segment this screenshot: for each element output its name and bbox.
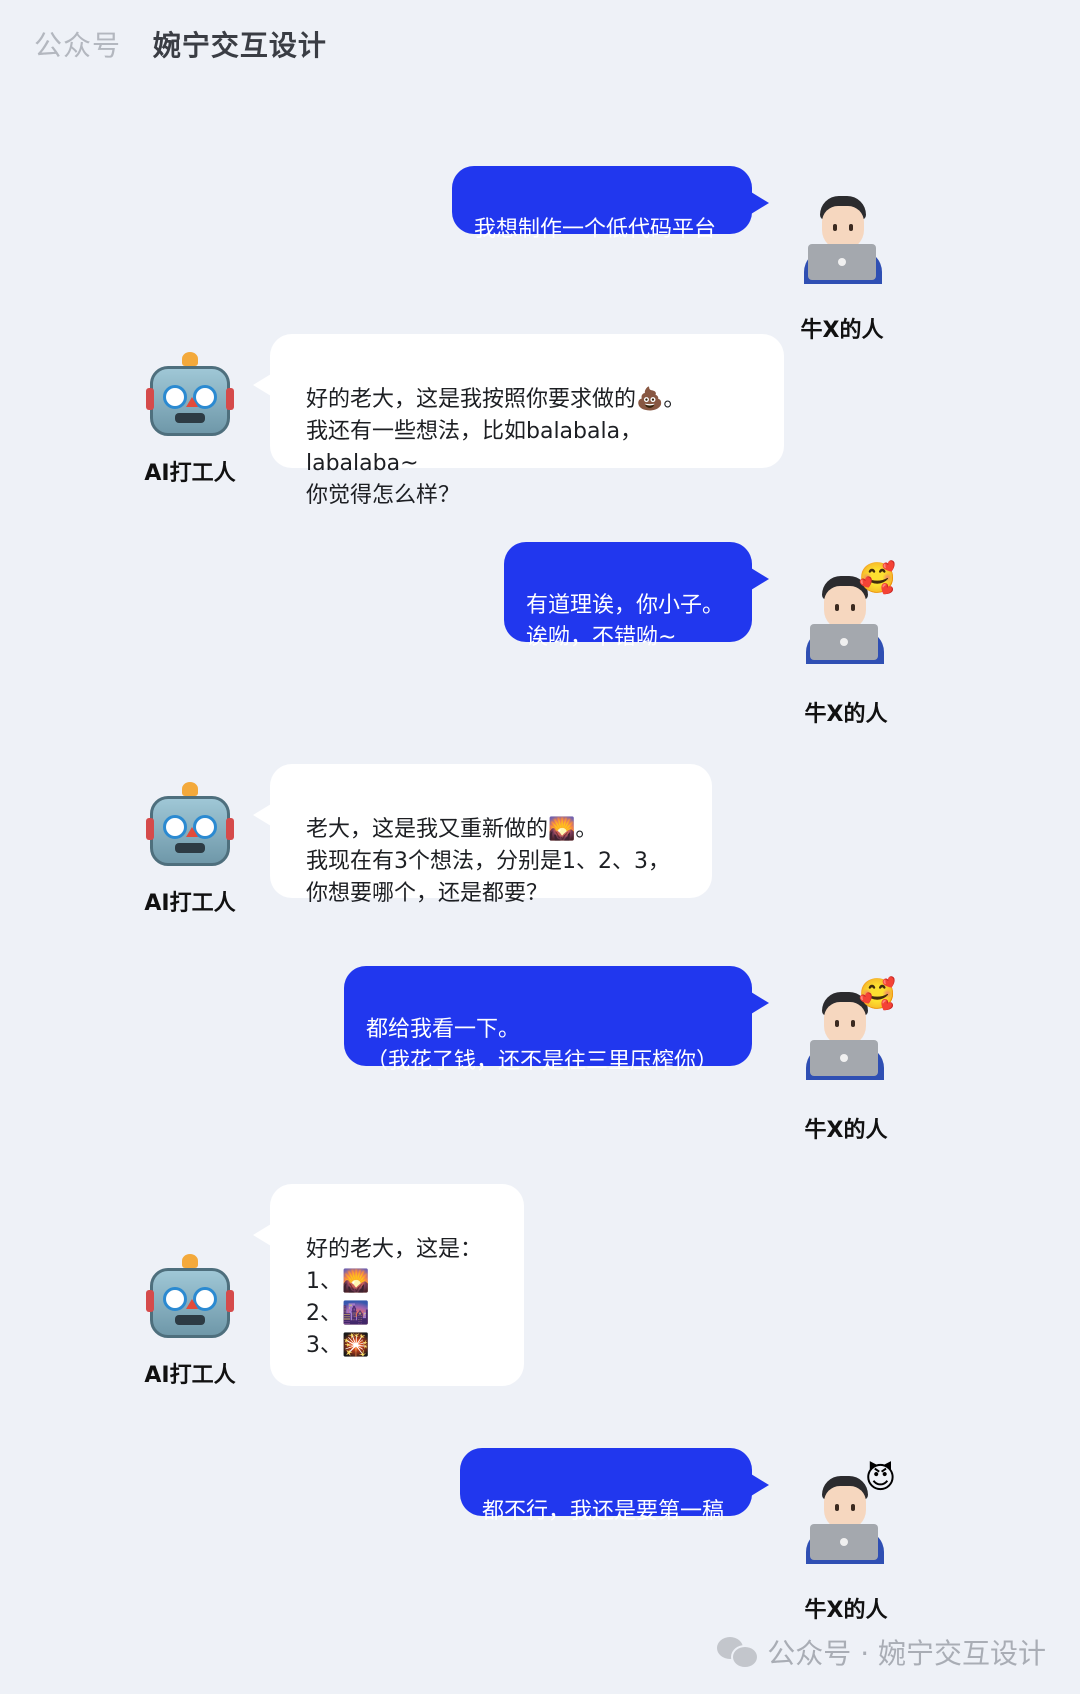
user-avatar: 🥰 bbox=[796, 978, 896, 1088]
user-message-bubble: 都给我看一下。 （我花了钱，还不是往三里压榨你） bbox=[344, 966, 769, 1074]
ai-name-label: AI打工人 bbox=[144, 461, 236, 486]
ai-message-bubble: 老大，这是我又重新做的🌄。 我现在有3个想法，分别是1、2、3， 你想要哪个，还… bbox=[253, 764, 712, 906]
footer-text: 公众号 · 婉宁交互设计 bbox=[767, 1637, 1046, 1670]
user-message-bubble: 有道理诶，你小子。 诶呦，不错呦~ bbox=[504, 542, 769, 650]
user-avatar: 😈 bbox=[796, 1462, 896, 1572]
user-message-bubble: 都不行，我还是要第一稿 bbox=[460, 1448, 769, 1524]
wechat-icon bbox=[717, 1637, 760, 1669]
user-avatar: 🥰 bbox=[796, 562, 896, 672]
user-name-label: 牛X的人 bbox=[804, 702, 888, 727]
user-avatar bbox=[794, 196, 890, 292]
message-text: 有道理诶，你小子。 诶呦，不错呦~ bbox=[526, 593, 725, 650]
message-text: 老大，这是我又重新做的🌄。 我现在有3个想法，分别是1、2、3， 你想要哪个，还… bbox=[306, 817, 670, 906]
account-name: 婉宁交互设计 bbox=[152, 29, 327, 62]
robot-avatar bbox=[146, 1254, 234, 1344]
robot-avatar bbox=[146, 352, 234, 442]
smiling-devil-icon: 😈 bbox=[864, 1461, 896, 1496]
message-text: 好的老大，这是我按照你要求做的💩。 我还有一些想法，比如balabala，lab… bbox=[306, 387, 686, 508]
footer-watermark: 公众号 · 婉宁交互设计 bbox=[717, 1632, 1046, 1672]
user-name-label: 牛X的人 bbox=[800, 318, 884, 343]
message-text: 都给我看一下。 （我花了钱，还不是往三里压榨你） bbox=[366, 1017, 719, 1074]
user-message-bubble: 我想制作一个低代码平台 bbox=[452, 166, 769, 242]
ai-name-label: AI打工人 bbox=[144, 1363, 236, 1388]
ai-message-bubble: 好的老大，这是： 1、🌄 2、🌆 3、🎇 bbox=[253, 1184, 524, 1386]
ai-message-bubble: 好的老大，这是我按照你要求做的💩。 我还有一些想法，比如balabala，lab… bbox=[253, 334, 784, 508]
robot-avatar bbox=[146, 782, 234, 872]
ai-name-label: AI打工人 bbox=[144, 891, 236, 916]
header-label: 公众号 bbox=[34, 29, 122, 62]
message-text: 好的老大，这是： 1、🌄 2、🌆 3、🎇 bbox=[306, 1237, 483, 1358]
user-name-label: 牛X的人 bbox=[804, 1598, 888, 1623]
smiling-face-with-hearts-icon: 🥰 bbox=[858, 977, 896, 1012]
smiling-face-with-hearts-icon: 🥰 bbox=[858, 561, 896, 596]
user-name-label: 牛X的人 bbox=[804, 1118, 888, 1143]
page-header: 公众号 婉宁交互设计 bbox=[34, 24, 327, 64]
message-text: 都不行，我还是要第一稿 bbox=[482, 1499, 725, 1524]
message-text: 我想制作一个低代码平台 bbox=[474, 217, 717, 242]
